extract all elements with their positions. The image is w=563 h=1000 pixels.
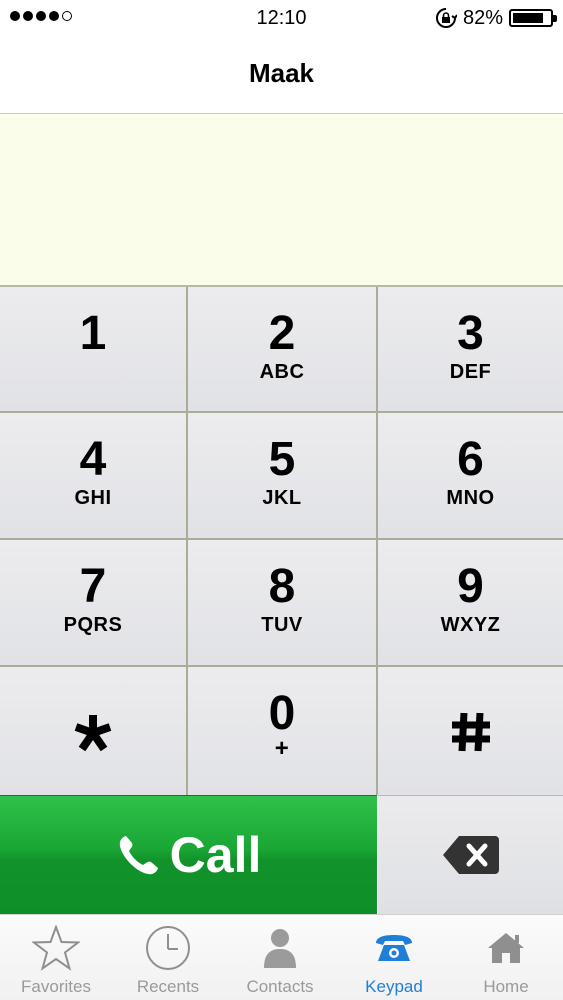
- key-letters: PQRS: [63, 614, 123, 636]
- key-5[interactable]: 5 JKL: [188, 413, 376, 538]
- key-7[interactable]: 7 PQRS: [0, 540, 186, 665]
- call-label: Call: [169, 827, 262, 883]
- key-digit: 6: [457, 433, 484, 486]
- phone-icon: [119, 836, 158, 875]
- backspace-icon: [442, 836, 499, 874]
- home-icon: [488, 933, 524, 963]
- tab-label: Recents: [136, 977, 200, 996]
- number-display: [0, 114, 563, 287]
- star-icon: [32, 925, 80, 971]
- asterisk-icon: [74, 715, 112, 752]
- key-letters: +: [274, 735, 290, 762]
- key-digit: 3: [457, 307, 484, 360]
- call-button[interactable]: Call: [0, 795, 377, 914]
- tab-favorites[interactable]: Favorites: [0, 915, 112, 1000]
- key-hash[interactable]: [378, 667, 563, 795]
- key-3[interactable]: 3 DEF: [378, 287, 563, 411]
- battery-tip: [553, 15, 557, 22]
- key-4[interactable]: 4 GHI: [0, 413, 186, 538]
- keypad-phone-icon: [376, 935, 412, 961]
- key-letters: WXYZ: [440, 614, 501, 636]
- key-letters: DEF: [449, 361, 492, 383]
- key-digit: 2: [268, 307, 296, 360]
- key-asterisk[interactable]: [0, 667, 186, 795]
- rotation-lock-icon: [436, 8, 457, 28]
- key-digit: 5: [268, 433, 296, 486]
- tab-keypad[interactable]: Keypad: [338, 915, 450, 1000]
- key-2[interactable]: 2 ABC: [188, 287, 376, 411]
- key-digit: 7: [79, 560, 107, 613]
- key-digit: 1: [79, 307, 107, 360]
- battery-icon: [509, 9, 557, 27]
- key-letters: GHI: [74, 487, 112, 509]
- page-title: Maak: [248, 58, 315, 88]
- battery-fill: [513, 13, 543, 23]
- key-digit: 9: [457, 560, 484, 613]
- tab-home[interactable]: Home: [450, 915, 562, 1000]
- key-9[interactable]: 9 WXYZ: [378, 540, 563, 665]
- tab-recents[interactable]: Recents: [112, 915, 224, 1000]
- tab-label: Keypad: [365, 977, 423, 996]
- person-icon: [264, 929, 296, 968]
- header: Maak: [0, 36, 563, 114]
- tab-contacts[interactable]: Contacts: [224, 915, 336, 1000]
- key-1[interactable]: 1: [0, 287, 186, 411]
- key-letters: TUV: [261, 614, 303, 636]
- backspace-button[interactable]: [378, 795, 563, 914]
- tab-label: Contacts: [246, 977, 314, 996]
- key-letters: JKL: [262, 487, 302, 509]
- tab-label: Home: [483, 977, 529, 996]
- status-bar: 12:10 82%: [0, 0, 563, 36]
- keypad: 1 2 ABC 3 DEF 4 GHI 5 JKL 6 MNO 7 PQRS 8…: [0, 287, 563, 795]
- key-letters: MNO: [446, 487, 495, 509]
- key-8[interactable]: 8 TUV: [188, 540, 376, 665]
- key-digit: 0: [268, 687, 296, 740]
- battery-percent: 82%: [462, 6, 503, 29]
- key-letters: ABC: [259, 361, 305, 383]
- key-digit: 8: [268, 560, 296, 613]
- key-digit: 4: [79, 433, 107, 486]
- tab-bar: Favorites Recents Contacts Keypad Home: [0, 914, 563, 1000]
- clock-icon: [146, 926, 190, 970]
- key-0[interactable]: 0 +: [188, 667, 376, 795]
- hash-icon: [451, 712, 490, 752]
- key-6[interactable]: 6 MNO: [378, 413, 563, 538]
- tab-label: Favorites: [21, 977, 91, 996]
